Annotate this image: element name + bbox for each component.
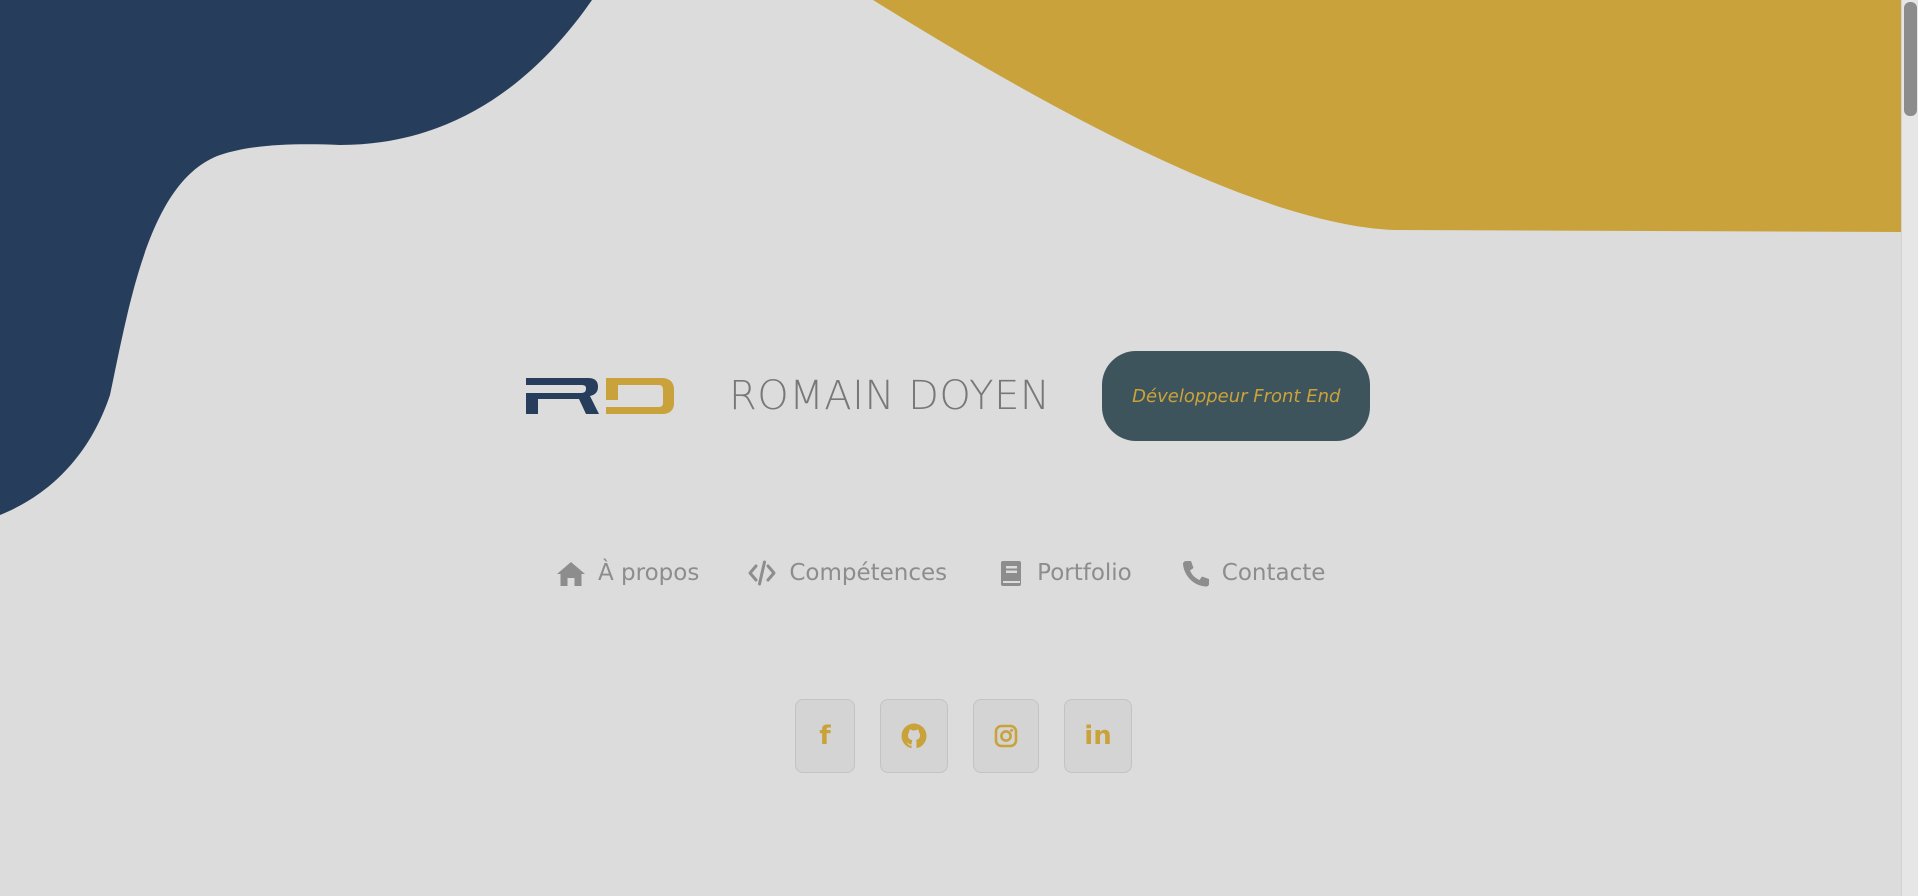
scrollbar[interactable] [1901,0,1918,896]
nav-item-label: Portfolio [1037,560,1132,586]
nav-item-label: À propos [598,560,700,586]
nav-item-label: Contacte [1221,560,1326,586]
nav-item-portfolio[interactable]: Portfolio [995,559,1132,587]
role-badge: Développeur Front End [1102,351,1371,441]
navy-wave-shape [0,0,592,515]
logo-letter-r [526,378,599,414]
header: ROMAIN DOYEN Développeur Front End [526,350,1371,442]
logo-letter-d [606,378,674,414]
instagram-icon [994,724,1018,748]
social-links: f in [795,699,1132,773]
page: ROMAIN DOYEN Développeur Front End À pro… [0,0,1918,896]
book-icon [1001,561,1022,586]
linkedin-button[interactable]: in [1064,699,1132,773]
github-icon [901,723,927,749]
instagram-button[interactable] [973,699,1039,773]
github-button[interactable] [880,699,948,773]
nav-item-label: Compétences [789,560,948,586]
phone-icon [1182,561,1209,587]
nav-item-competences[interactable]: Compétences [747,559,947,587]
home-icon [557,562,585,586]
nav-item-contacte[interactable]: Contacte [1180,559,1326,587]
site-name: ROMAIN DOYEN [729,373,1051,419]
facebook-icon: f [819,721,831,751]
nav-item-a-propos[interactable]: À propos [556,559,699,587]
gold-wave-shape [873,0,1902,232]
scrollbar-thumb[interactable] [1904,2,1917,116]
main-nav: À propos Compétences Portfolio Contacte [556,550,1325,596]
rd-logo[interactable] [526,376,674,416]
facebook-button[interactable]: f [795,699,855,773]
code-icon [748,560,776,586]
linkedin-icon: in [1084,721,1112,751]
